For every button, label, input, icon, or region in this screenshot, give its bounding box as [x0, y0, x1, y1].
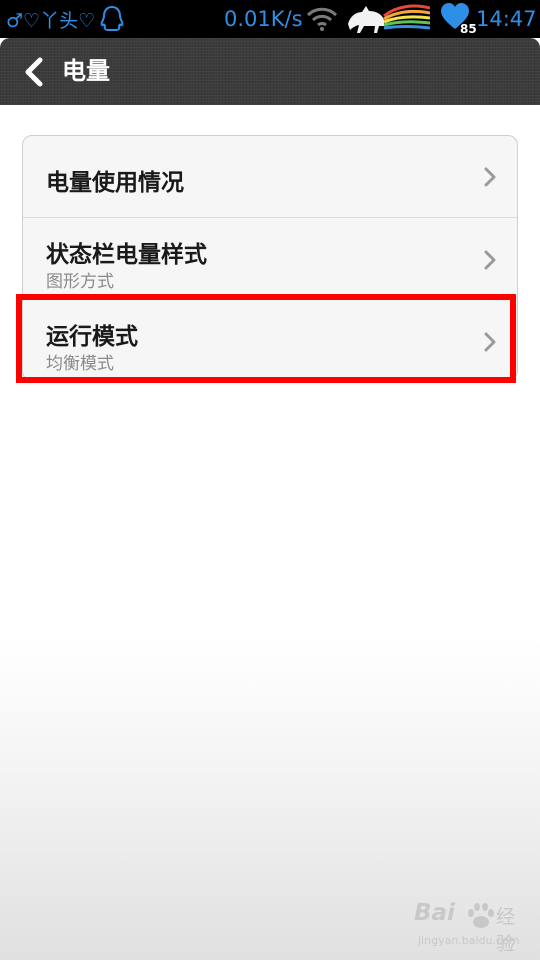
highlight-box	[16, 294, 516, 383]
page-title: 电量	[62, 57, 110, 85]
rainbow-horse-icon	[348, 4, 430, 33]
settings-item-statusbar-style[interactable]: 状态栏电量样式 图形方式	[23, 218, 517, 298]
status-left-group: ♂♡丫头♡	[6, 0, 125, 38]
settings-item-title: 电量使用情况	[46, 170, 184, 196]
status-time: 14:47	[476, 7, 537, 31]
network-speed: 0.01K/s	[224, 7, 303, 31]
chevron-right-icon	[484, 250, 496, 270]
status-bar: ♂♡丫头♡ 0.01K/s 85 14:47	[0, 0, 540, 38]
baidu-jingyan-watermark: Bai 经验 jingyan.baidu.com	[414, 900, 530, 955]
battery-indicator: 85	[440, 2, 480, 38]
watermark-url: jingyan.baidu.com	[418, 934, 520, 947]
watermark-brand: 经验	[496, 906, 516, 955]
paw-icon	[468, 903, 494, 928]
settings-item-battery-usage[interactable]: 电量使用情况	[23, 136, 517, 218]
battery-level: 85	[460, 22, 477, 36]
settings-item-title: 状态栏电量样式	[46, 242, 207, 268]
chevron-left-icon	[25, 57, 43, 87]
status-custom-text: ♂♡丫头♡	[6, 9, 96, 32]
back-button[interactable]	[14, 52, 54, 92]
chevron-right-icon	[484, 167, 496, 187]
wifi-icon	[306, 7, 338, 31]
qq-penguin-icon	[100, 5, 124, 31]
title-bar: 电量	[0, 38, 540, 105]
watermark-logo: Bai	[414, 900, 455, 926]
settings-item-subtitle: 图形方式	[46, 272, 114, 292]
